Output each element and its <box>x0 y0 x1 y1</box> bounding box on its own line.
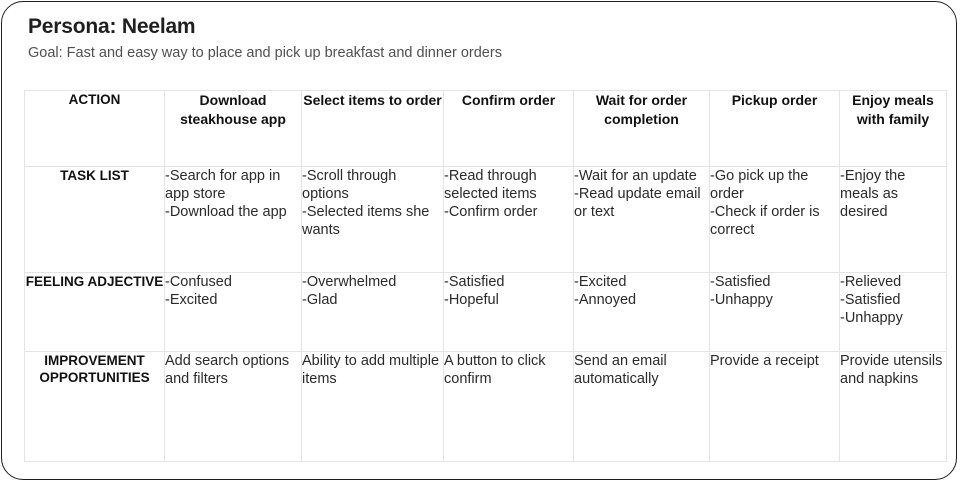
table-row: TASK LIST -Search for app in app store -… <box>24 166 947 273</box>
table-cell: -Wait for an update -Read update email o… <box>573 166 710 273</box>
column-header: Pickup order <box>709 90 840 167</box>
header-row: ACTION Download steakhouse app Select it… <box>24 90 947 167</box>
table-cell: -Overwhelmed -Glad <box>301 272 444 352</box>
row-header: IMPROVEMENT OPPORTUNITIES <box>24 351 165 462</box>
table-cell: -Confused -Excited <box>164 272 302 352</box>
cell-line: Send an email automatically <box>574 353 667 387</box>
table-cell: Ability to add multiple items <box>301 351 444 462</box>
table-cell: -Scroll through options -Selected items … <box>301 166 444 273</box>
cell-line: -Excited <box>574 274 627 290</box>
table-cell: Send an email automatically <box>573 351 710 462</box>
cell-line: -Go pick up the order <box>710 168 809 202</box>
row-header: FEELING ADJECTIVE <box>24 272 165 352</box>
table-row: IMPROVEMENT OPPORTUNITIES Add search opt… <box>24 351 947 462</box>
cell-line: -Overwhelmed <box>302 274 397 290</box>
cell-line: A button to click confirm <box>444 353 546 387</box>
cell-line: -Annoyed <box>574 292 637 308</box>
column-header: Enjoy meals with family <box>839 90 947 167</box>
cell-line: -Excited <box>165 292 218 308</box>
column-header: Select items to order <box>301 90 444 167</box>
persona-goal: Goal: Fast and easy way to place and pic… <box>28 45 502 61</box>
table-cell: -Satisfied -Hopeful <box>443 272 574 352</box>
cell-line: -Hopeful <box>444 292 499 308</box>
table-cell: -Satisfied -Unhappy <box>709 272 840 352</box>
cell-line: -Relieved <box>840 274 902 290</box>
cell-line: -Confirm order <box>444 204 538 220</box>
table-cell: -Excited -Annoyed <box>573 272 710 352</box>
journey-map-table: ACTION Download steakhouse app Select it… <box>24 90 947 462</box>
cell-line: -Wait for an update <box>574 168 697 184</box>
table-cell: Provide utensils and napkins <box>839 351 947 462</box>
column-header: Download steakhouse app <box>164 90 302 167</box>
table-row: FEELING ADJECTIVE -Confused -Excited -Ov… <box>24 272 947 352</box>
cell-line: -Enjoy the meals as desired <box>840 168 906 220</box>
column-header: Wait for order completion <box>573 90 710 167</box>
cell-line: -Unhappy <box>840 310 903 326</box>
cell-line: Provide a receipt <box>710 353 819 369</box>
cell-line: -Unhappy <box>710 292 773 308</box>
persona-journey-card: Persona: Neelam Goal: Fast and easy way … <box>1 1 957 480</box>
cell-line: Ability to add multiple items <box>302 353 440 387</box>
table-cell: -Go pick up the order -Check if order is… <box>709 166 840 273</box>
cell-line: -Satisfied <box>840 292 901 308</box>
table-cell: A button to click confirm <box>443 351 574 462</box>
table-cell: Provide a receipt <box>709 351 840 462</box>
table-cell: -Search for app in app store -Download t… <box>164 166 302 273</box>
table-cell: -Read through selected items -Confirm or… <box>443 166 574 273</box>
cell-line: -Selected items she wants <box>302 204 430 238</box>
cell-line: -Satisfied <box>444 274 505 290</box>
column-header: Confirm order <box>443 90 574 167</box>
table-cell: -Relieved -Satisfied -Unhappy <box>839 272 947 352</box>
cell-line: -Download the app <box>165 204 287 220</box>
table-cell: Add search options and filters <box>164 351 302 462</box>
cell-line: -Confused <box>165 274 232 290</box>
persona-title: Persona: Neelam <box>28 15 196 38</box>
cell-line: -Read update email or text <box>574 186 701 220</box>
cell-line: Add search options and filters <box>165 353 290 387</box>
cell-line: -Glad <box>302 292 338 308</box>
corner-header: ACTION <box>24 90 165 167</box>
table-cell: -Enjoy the meals as desired <box>839 166 947 273</box>
cell-line: -Check if order is correct <box>710 204 820 238</box>
row-header: TASK LIST <box>24 166 165 273</box>
cell-line: Provide utensils and napkins <box>840 353 943 387</box>
cell-line: -Search for app in app store <box>165 168 281 202</box>
cell-line: -Scroll through options <box>302 168 397 202</box>
cell-line: -Satisfied <box>710 274 771 290</box>
cell-line: -Read through selected items <box>444 168 537 202</box>
